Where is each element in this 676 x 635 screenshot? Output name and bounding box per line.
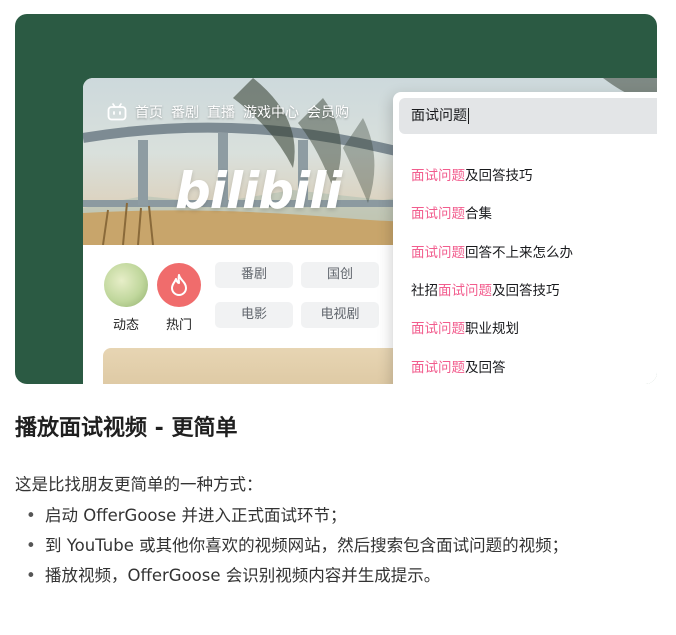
list-item-text: 播放视频，OfferGoose 会识别视频内容并生成提示。 (45, 566, 441, 585)
suggestion-highlight: 面试问题 (411, 206, 465, 222)
search-suggestion[interactable]: 面试问题职业规划 (411, 317, 519, 337)
list-item-text: 启动 OfferGoose 并进入正式面试环节； (45, 506, 347, 525)
suggestion-highlight: 面试问题 (411, 168, 465, 184)
browser-screenshot: 首页 番剧 直播 游戏中心 会员购 bilibili 动态 热门 番剧 国创 电… (83, 78, 657, 384)
hero-showcase: 首页 番剧 直播 游戏中心 会员购 bilibili 动态 热门 番剧 国创 电… (15, 14, 657, 384)
search-suggestion[interactable]: 社招面试问题及回答技巧 (411, 279, 560, 299)
chip-movie[interactable]: 电影 (215, 302, 293, 328)
hot-label[interactable]: 热门 (157, 314, 201, 333)
list-item: • 播放视频，OfferGoose 会识别视频内容并生成提示。 (15, 563, 665, 589)
suggestion-suffix: 合集 (465, 206, 492, 222)
search-suggestion[interactable]: 面试问题及回答 (411, 356, 506, 376)
steps-list: • 启动 OfferGoose 并进入正式面试环节； • 到 YouTube 或其他… (15, 503, 665, 593)
nav-home[interactable]: 首页 (135, 102, 163, 122)
chip-tv-series[interactable]: 电视剧 (301, 302, 379, 328)
suggestion-suffix: 职业规划 (465, 321, 519, 337)
nav-anime[interactable]: 番剧 (171, 102, 199, 122)
suggestion-suffix: 及回答技巧 (492, 283, 560, 299)
list-item-text: 到 YouTube 或其他你喜欢的视频网站，然后搜索包含面试问题的视频； (45, 536, 569, 555)
suggestion-prefix: 社招 (411, 283, 438, 299)
dynamic-label[interactable]: 动态 (104, 314, 148, 333)
video-thumbnail[interactable] (103, 348, 403, 384)
search-suggestion[interactable]: 面试问题合集 (411, 202, 492, 222)
list-item: • 到 YouTube 或其他你喜欢的视频网站，然后搜索包含面试问题的视频； (15, 533, 665, 559)
top-nav: 首页 番剧 直播 游戏中心 会员购 (107, 102, 349, 122)
nav-live[interactable]: 直播 (207, 102, 235, 122)
bilibili-logo[interactable]: bilibili (175, 162, 342, 220)
section-heading: 播放面试视频 - 更简单 (15, 416, 238, 441)
search-input[interactable]: 面试问题 (399, 98, 657, 134)
list-item: • 启动 OfferGoose 并进入正式面试环节； (15, 503, 665, 529)
nav-game-center[interactable]: 游戏中心 (243, 102, 299, 122)
bullet-dot-icon: • (26, 506, 36, 525)
chip-guochuang[interactable]: 国创 (301, 262, 379, 288)
intro-text: 这是比找朋友更简单的一种方式： (15, 475, 263, 494)
suggestion-suffix: 及回答技巧 (465, 168, 533, 184)
suggestion-highlight: 面试问题 (411, 360, 465, 376)
bullet-dot-icon: • (26, 566, 36, 585)
suggestion-highlight: 面试问题 (411, 321, 465, 337)
hot-flame-icon[interactable] (157, 263, 201, 307)
bullet-dot-icon: • (26, 536, 36, 555)
search-suggestion[interactable]: 面试问题回答不上来怎么办 (411, 241, 573, 261)
nav-vip-shop[interactable]: 会员购 (307, 102, 349, 122)
dynamic-avatar-icon[interactable] (104, 263, 148, 307)
suggestion-highlight: 面试问题 (411, 245, 465, 261)
bilibili-tv-icon[interactable] (107, 103, 127, 121)
suggestion-suffix: 回答不上来怎么办 (465, 245, 573, 261)
chip-anime[interactable]: 番剧 (215, 262, 293, 288)
search-dropdown: 面试问题 面试问题及回答技巧 面试问题合集 面试问题回答不上来怎么办 社招面试问… (393, 92, 657, 384)
search-suggestion[interactable]: 面试问题及回答技巧 (411, 164, 533, 184)
text-caret (468, 108, 469, 124)
flame-icon (171, 274, 187, 296)
suggestion-highlight: 面试问题 (438, 283, 492, 299)
suggestion-suffix: 及回答 (465, 360, 506, 376)
search-input-value: 面试问题 (411, 108, 467, 124)
